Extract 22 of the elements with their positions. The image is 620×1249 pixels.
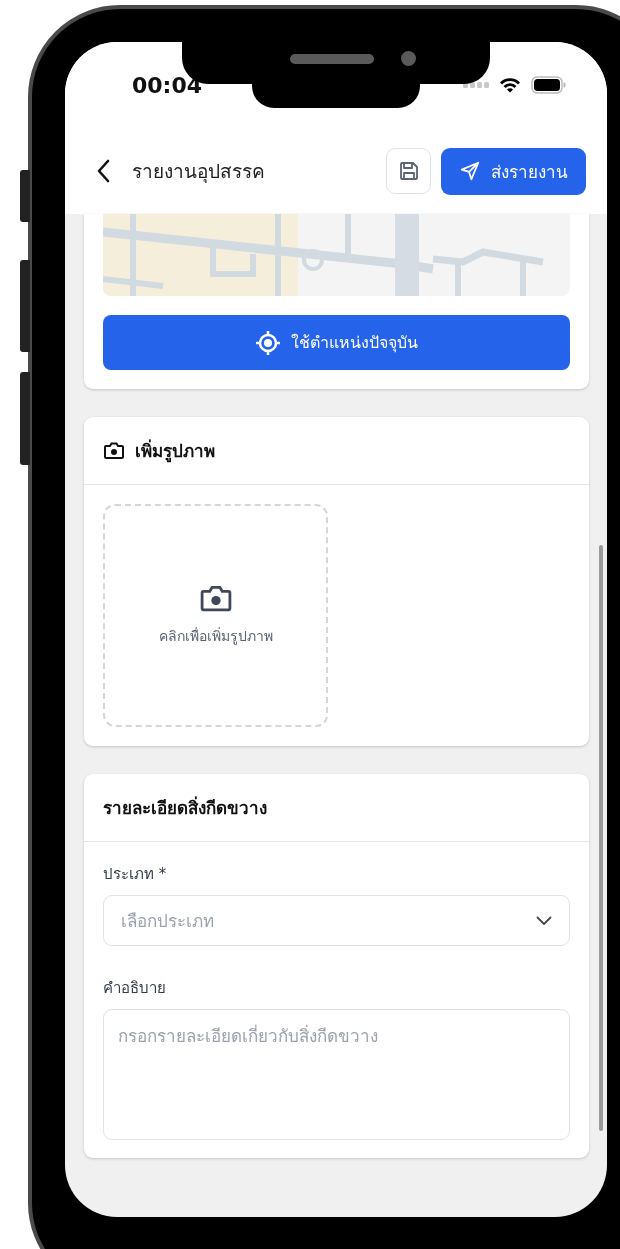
current-location-button[interactable]: ใช้ตำแหน่งปัจจุบัน [103, 315, 570, 370]
field-label: ประเภท * [103, 864, 168, 885]
save-button[interactable] [386, 148, 431, 194]
photo-upload-area[interactable]: คลิกเพื่อเพิ่มรูปภาพ [103, 504, 328, 727]
page-title: รายงานอุปสรรค [132, 159, 266, 185]
paper-plane-icon [459, 160, 481, 182]
status-time: 00:04 [132, 72, 203, 98]
camera-dot [401, 51, 416, 66]
type-select[interactable]: เลือกประเภท [103, 895, 570, 946]
send-report-button[interactable]: ส่งรายงาน [441, 147, 586, 195]
signal-icon [463, 82, 489, 88]
camera-icon [198, 584, 233, 613]
battery-icon [531, 76, 567, 94]
description-field[interactable]: กรอกรายละเอียดเกี่ยวกับสิ่งกีดขวาง [103, 1009, 570, 1140]
back-icon[interactable] [96, 159, 110, 183]
wifi-icon [499, 77, 521, 93]
camera-icon [103, 441, 125, 460]
crosshair-icon [255, 329, 281, 356]
card-title: รายละเอียดสิ่งกีดขวาง [103, 795, 267, 820]
chevron-down-icon [536, 915, 552, 926]
field-label: คำอธิบาย [103, 978, 167, 999]
card-title: เพิ่มรูปภาพ [135, 438, 215, 464]
